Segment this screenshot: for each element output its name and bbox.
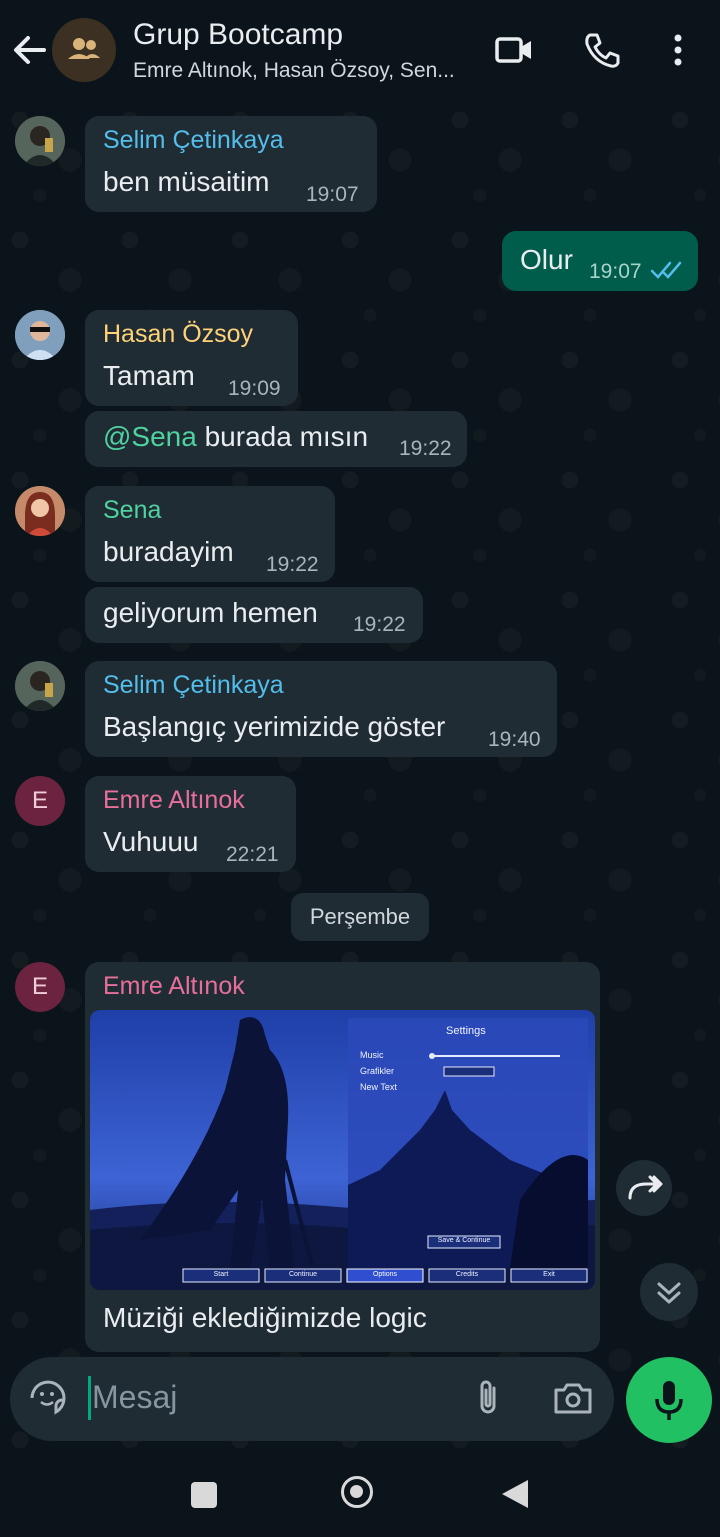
forward-button[interactable]	[616, 1160, 672, 1216]
message-text: Başlangıç yerimizide göster	[103, 711, 446, 742]
nav-recent-icon[interactable]	[191, 1482, 217, 1508]
game-settings-row: New Text	[360, 1082, 397, 1092]
attach-button[interactable]	[466, 1376, 510, 1420]
voice-call-button[interactable]	[580, 28, 624, 72]
outgoing-message-bubble[interactable]: Olur 19:07	[502, 231, 698, 291]
avatar-selim[interactable]	[15, 661, 65, 711]
camera-button[interactable]	[550, 1376, 596, 1420]
chat-subtitle[interactable]: Emre Altınok, Hasan Özsoy, Sen...	[133, 59, 455, 83]
back-arrow-icon	[14, 36, 46, 64]
system-navigation-bar	[0, 1450, 720, 1537]
message-time: 22:21	[226, 843, 279, 866]
message-bubble[interactable]: Selim Çetinkaya ben müsaitim 19:07	[85, 116, 377, 212]
message-text: Vuhuuu	[103, 826, 199, 857]
group-icon	[68, 38, 100, 59]
message-time: 19:07	[306, 183, 359, 206]
game-menu-button: Continue	[288, 1271, 318, 1278]
group-avatar[interactable]	[52, 18, 116, 82]
back-button[interactable]	[10, 28, 50, 72]
game-menu-button: Credits	[455, 1271, 479, 1278]
message-text: buradayim	[103, 536, 234, 567]
text-cursor	[88, 1376, 91, 1420]
avatar-sena[interactable]	[15, 486, 65, 536]
scroll-down-icon	[657, 1282, 681, 1304]
avatar-emre[interactable]: E	[15, 962, 65, 1012]
game-save-button: Save & Continue	[437, 1237, 491, 1244]
message-input[interactable]: Mesaj	[92, 1379, 177, 1416]
more-options-button[interactable]	[658, 28, 698, 72]
avatar-emre[interactable]: E	[15, 776, 65, 826]
sender-name: Selim Çetinkaya	[103, 671, 284, 699]
nav-back-icon[interactable]	[500, 1478, 530, 1510]
scroll-down-button[interactable]	[640, 1263, 698, 1321]
message-text: Müziği eklediğimizde logic	[103, 1302, 427, 1333]
sender-name: Sena	[103, 496, 162, 524]
mention-link[interactable]: @Sena	[103, 421, 197, 452]
message-bubble[interactable]: Hasan Özsoy Tamam 19:09	[85, 310, 298, 406]
message-bubble[interactable]: Selim Çetinkaya Başlangıç yerimizide gös…	[85, 661, 557, 757]
message-bubble[interactable]: Emre Altınok Vuhuuu 22:21	[85, 776, 296, 872]
message-text: Olur	[520, 244, 573, 275]
message-text: @Sena burada mısın	[103, 421, 369, 452]
message-time: 19:40	[488, 728, 541, 751]
read-receipt-icon	[650, 261, 682, 279]
sender-name: Hasan Özsoy	[103, 320, 254, 348]
nav-home-icon[interactable]	[341, 1476, 373, 1508]
sender-name: Emre Altınok	[103, 786, 245, 814]
image-message-bubble[interactable]: Emre Altınok Settings Music Grafikler Ne…	[85, 962, 600, 1352]
message-bubble[interactable]: geliyorum hemen 19:22	[85, 587, 423, 643]
game-settings-row: Grafikler	[360, 1066, 395, 1076]
sticker-icon	[30, 1380, 66, 1415]
voice-record-button[interactable]	[626, 1357, 712, 1443]
message-time: 19:22	[266, 553, 319, 576]
chat-title[interactable]: Grup Bootcamp	[133, 18, 343, 52]
phone-icon	[585, 33, 620, 68]
chat-header: Grup Bootcamp Emre Altınok, Hasan Özsoy,…	[0, 0, 720, 100]
message-time: 19:07	[589, 260, 642, 283]
avatar-selim[interactable]	[15, 116, 65, 166]
sticker-button[interactable]	[26, 1376, 70, 1420]
message-time: 19:09	[228, 377, 281, 400]
video-call-button[interactable]	[492, 28, 536, 72]
message-bubble[interactable]: Sena buradayim 19:22	[85, 486, 335, 582]
message-text: ben müsaitim	[103, 166, 270, 197]
message-time: 19:22	[353, 613, 406, 636]
message-text: Tamam	[103, 360, 195, 391]
game-settings-title: Settings	[446, 1025, 486, 1037]
message-bubble[interactable]: @Sena burada mısın 19:22	[85, 411, 467, 467]
game-menu-button: Exit	[543, 1271, 555, 1278]
more-vert-icon	[674, 34, 682, 66]
video-call-icon	[495, 37, 531, 63]
sender-name: Emre Altınok	[103, 972, 245, 1000]
mic-icon	[655, 1381, 683, 1420]
sender-name: Selim Çetinkaya	[103, 126, 284, 154]
date-separator: Perşembe	[291, 893, 429, 941]
forward-icon	[628, 1175, 663, 1200]
game-menu-button: Start	[213, 1271, 229, 1278]
shared-image[interactable]: Settings Music Grafikler New Text Save &…	[90, 1010, 595, 1290]
message-time: 19:22	[399, 437, 452, 460]
camera-icon	[554, 1383, 592, 1414]
message-text: geliyorum hemen	[103, 597, 318, 628]
game-menu-button: Options	[372, 1271, 398, 1278]
attach-icon	[480, 1380, 496, 1414]
game-settings-row: Music	[360, 1050, 384, 1060]
avatar-hasan[interactable]	[15, 310, 65, 360]
